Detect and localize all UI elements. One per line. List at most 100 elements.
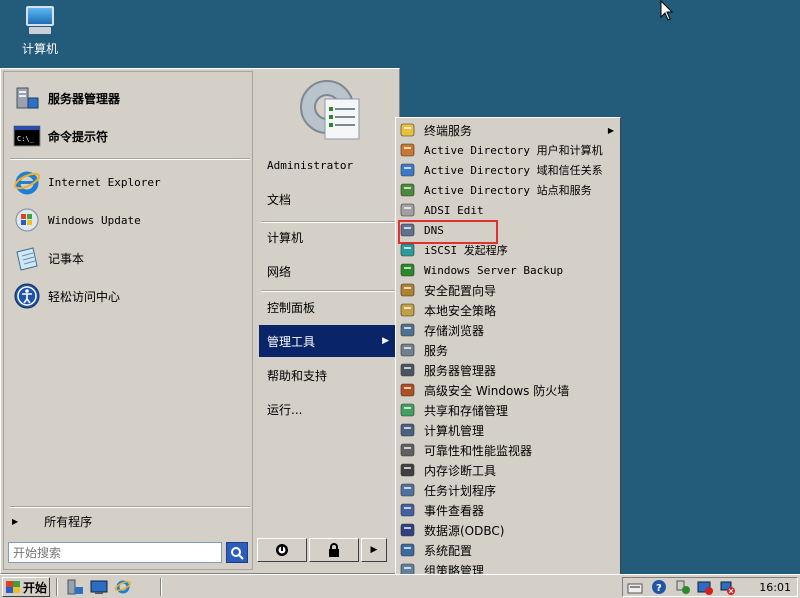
recent-ease-of-access[interactable]: 轻松访问中心 <box>12 280 120 312</box>
admin-tool-item[interactable]: 任务计划程序 <box>398 480 618 500</box>
admin-tool-item[interactable]: 事件查看器 <box>398 500 618 520</box>
dns-icon <box>400 222 416 238</box>
pinned-server-manager[interactable]: 服务器管理器 <box>12 82 120 114</box>
clock[interactable]: 16:01 <box>759 581 791 594</box>
admin-tool-item[interactable]: 终端服务 ▶ <box>398 120 618 140</box>
pinned-command-prompt[interactable]: C:\_ 命令提示符 <box>12 120 108 152</box>
admin-tool-label: 高级安全 Windows 防火墙 <box>424 383 570 398</box>
svg-text:?: ? <box>656 583 662 594</box>
lock-button[interactable] <box>309 538 359 562</box>
power-buttons: ▶ <box>257 538 389 562</box>
admin-tool-label: 计算机管理 <box>424 423 485 438</box>
admin-tool-label: Active Directory 站点和服务 <box>424 184 592 197</box>
places-documents[interactable]: 文档 <box>259 183 397 215</box>
places-admin-tools[interactable]: 管理工具 ▶ <box>259 325 397 357</box>
power-icon <box>276 544 288 556</box>
admin-tool-item[interactable]: 高级安全 Windows 防火墙 <box>398 380 618 400</box>
admin-tool-item[interactable]: Active Directory 站点和服务 <box>398 180 618 200</box>
lock-icon <box>329 543 339 557</box>
user-picture-icon <box>295 75 365 143</box>
admin-tool-item[interactable]: DNS <box>398 220 618 244</box>
places-control-panel[interactable]: 控制面板 <box>259 291 397 323</box>
recent-notepad[interactable]: 记事本 <box>12 242 84 274</box>
firewall-icon <box>400 382 416 398</box>
admin-tool-item[interactable]: iSCSI 发起程序 <box>398 240 618 260</box>
admin-tool-item[interactable]: 系统配置 <box>398 540 618 560</box>
admin-tool-label: 安全配置向导 <box>424 283 497 298</box>
show-desktop-icon[interactable] <box>90 579 108 595</box>
admin-tool-label: 可靠性和性能监视器 <box>424 443 533 458</box>
admin-tool-item[interactable]: 内存诊断工具 <box>398 460 618 480</box>
security-status-icon[interactable] <box>697 579 713 595</box>
admin-tool-item[interactable]: 计算机管理 <box>398 420 618 440</box>
places-help[interactable]: 帮助和支持 <box>259 359 397 391</box>
desktop-icon-label: 计算机 <box>21 42 58 56</box>
ease-of-access-icon <box>12 281 42 311</box>
windows-update-icon <box>12 205 42 235</box>
all-programs-button[interactable]: ▶ 所有程序 <box>12 513 92 530</box>
admin-tool-item[interactable]: Active Directory 用户和计算机 <box>398 140 618 160</box>
recent-label: 轻松访问中心 <box>48 289 121 304</box>
mouse-cursor-icon <box>660 0 674 21</box>
search-icon <box>231 546 244 560</box>
admin-tool-item[interactable]: ADSI Edit <box>398 200 618 220</box>
network-disconnected-icon[interactable] <box>719 579 735 595</box>
separator <box>10 506 250 508</box>
admin-tool-label: 服务器管理器 <box>424 363 497 378</box>
admin-tool-item[interactable]: Windows Server Backup <box>398 260 618 280</box>
system-tray: ? 16:01 <box>622 577 798 597</box>
expand-arrow-icon: ▶ <box>12 517 19 526</box>
separator <box>56 578 58 596</box>
submenu-arrow-icon: ▶ <box>607 125 614 135</box>
power-button[interactable] <box>257 538 307 562</box>
admin-tool-item[interactable]: 存储浏览器 <box>398 320 618 340</box>
internet-explorer-icon[interactable] <box>114 579 132 595</box>
admin-tool-item[interactable]: 共享和存储管理 <box>398 400 618 420</box>
notepad-icon <box>12 243 42 273</box>
admin-tool-label: 系统配置 <box>424 543 473 558</box>
computer-management-icon <box>400 422 416 438</box>
admin-tool-label: 服务 <box>424 343 449 358</box>
start-search-input[interactable] <box>8 542 222 563</box>
admin-tool-label: 内存诊断工具 <box>424 463 497 478</box>
admin-tool-label: DNS <box>424 223 444 237</box>
start-menu-places-pane: Administrator 文档 计算机 网络 控制面板 管理工具 ▶ 帮助和支… <box>257 71 398 570</box>
power-options-button[interactable]: ▶ <box>361 538 387 562</box>
all-programs-label: 所有程序 <box>44 515 93 529</box>
admin-tool-label: ADSI Edit <box>424 203 484 217</box>
admin-tools-submenu: 终端服务 ▶ Active Directory 用户和计算机 Active Direc… <box>395 117 621 598</box>
search-button[interactable] <box>226 542 248 563</box>
ad-sites-icon <box>400 182 416 198</box>
ad-users-icon <box>400 142 416 158</box>
places-computer[interactable]: 计算机 <box>259 221 397 253</box>
recent-windows-update[interactable]: Windows Update <box>12 204 141 236</box>
server-manager-icon[interactable] <box>66 579 84 595</box>
quick-launch <box>66 579 132 595</box>
start-button[interactable]: 开始 <box>2 577 50 597</box>
admin-tool-item[interactable]: 服务器管理器 <box>398 360 618 380</box>
recent-label: Internet Explorer <box>48 175 161 189</box>
admin-tool-label: 终端服务 <box>424 123 473 138</box>
backup-icon <box>400 262 416 278</box>
start-menu-programs-pane: 服务器管理器 C:\_ 命令提示符 Internet Explorer Wind… <box>3 71 253 570</box>
admin-tool-item[interactable]: 安全配置向导 <box>398 280 618 300</box>
help-icon[interactable]: ? <box>651 579 667 595</box>
desktop-icon-computer[interactable]: 计算机 <box>12 4 68 57</box>
recent-internet-explorer[interactable]: Internet Explorer <box>12 166 161 198</box>
places-run[interactable]: 运行... <box>259 393 397 425</box>
admin-tool-item[interactable]: 服务 <box>398 340 618 360</box>
admin-tool-item[interactable]: 数据源(ODBC) <box>398 520 618 540</box>
admin-tool-label: 共享和存储管理 <box>424 403 509 418</box>
admin-tool-item[interactable]: 本地安全策略 <box>398 300 618 320</box>
start-menu: 服务器管理器 C:\_ 命令提示符 Internet Explorer Wind… <box>0 68 400 574</box>
network-connections-icon[interactable] <box>675 579 691 595</box>
storage-explorer-icon <box>400 322 416 338</box>
windows-flag-icon <box>6 581 20 593</box>
keyboard-icon[interactable] <box>627 581 643 595</box>
user-name[interactable]: Administrator <box>259 149 397 181</box>
separator <box>10 158 250 160</box>
places-network[interactable]: 网络 <box>259 255 397 287</box>
admin-tool-label: 事件查看器 <box>424 503 485 518</box>
admin-tool-item[interactable]: Active Directory 域和信任关系 <box>398 160 618 180</box>
admin-tool-item[interactable]: 可靠性和性能监视器 <box>398 440 618 460</box>
